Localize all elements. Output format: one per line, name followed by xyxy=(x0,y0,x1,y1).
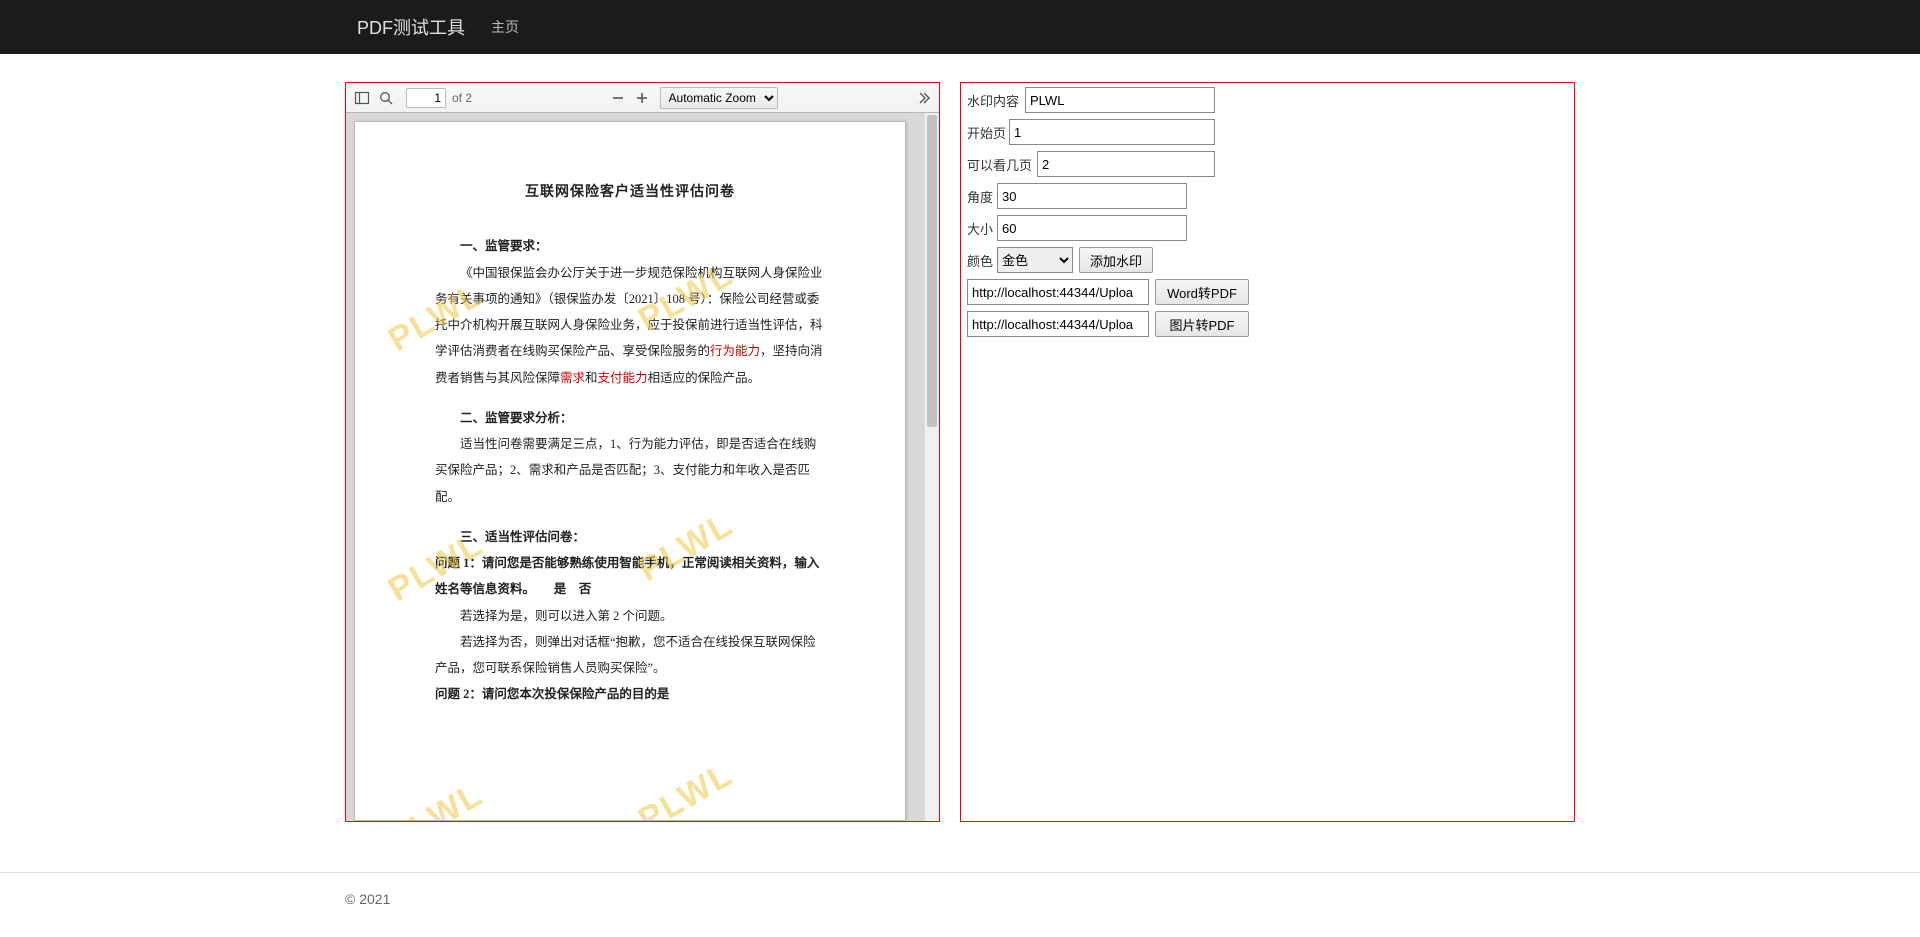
doc-paragraph: 若选择为是，则可以进入第 2 个问题。 xyxy=(435,603,825,629)
input-image-url[interactable] xyxy=(967,311,1149,337)
doc-question-2: 问题 2：请问您本次投保保险产品的目的是 xyxy=(435,681,825,707)
label-watermark-content: 水印内容 xyxy=(967,91,1025,110)
input-start-page[interactable] xyxy=(1009,119,1215,145)
input-watermark-content[interactable] xyxy=(1025,87,1215,113)
page-count-label: of 2 xyxy=(452,91,472,105)
zoom-in-button[interactable] xyxy=(630,86,654,110)
pdf-toolbar: of 2 Automatic Zoom xyxy=(346,83,939,113)
watermark: PLWL xyxy=(374,761,498,821)
doc-question-1: 问题 1：请问您是否能够熟练使用智能手机，正常阅读相关资料，输入姓名等信息资料。… xyxy=(435,550,825,603)
input-word-url[interactable] xyxy=(967,279,1149,305)
input-size[interactable] xyxy=(997,215,1187,241)
label-pages-visible: 可以看几页 xyxy=(967,155,1037,174)
tools-menu-button[interactable] xyxy=(911,86,935,110)
doc-paragraph: 适当性问卷需要满足三点，1、行为能力评估，即是否适合在线购买保险产品；2、需求和… xyxy=(435,431,825,510)
zoom-out-button[interactable] xyxy=(606,86,630,110)
doc-title: 互联网保险客户适当性评估问卷 xyxy=(435,178,825,207)
pdf-scrollbar[interactable] xyxy=(924,113,939,821)
doc-paragraph: 《中国银保监会办公厅关于进一步规范保险机构互联网人身保险业务有关事项的通知》（银… xyxy=(435,260,825,391)
search-button[interactable] xyxy=(374,86,398,110)
add-watermark-button[interactable]: 添加水印 xyxy=(1079,247,1153,273)
scroll-thumb[interactable] xyxy=(927,115,937,427)
page-number-input[interactable] xyxy=(406,88,446,108)
controls-panel: 水印内容 开始页 可以看几页 角度 大小 颜色 金色 xyxy=(960,82,1575,822)
toggle-sidebar-button[interactable] xyxy=(350,86,374,110)
label-color: 颜色 xyxy=(967,251,997,270)
copyright: © 2021 xyxy=(345,873,1575,925)
section-2-heading: 二、监管要求分析： xyxy=(435,405,825,431)
nav-link-home[interactable]: 主页 xyxy=(477,17,533,37)
pdf-viewer-panel: of 2 Automatic Zoom xyxy=(345,82,940,822)
doc-paragraph: 若选择为否，则弹出对话框“抱歉，您不适合在线投保互联网保险产品，您可联系保险销售… xyxy=(435,629,825,682)
zoom-select[interactable]: Automatic Zoom xyxy=(660,87,778,109)
word-to-pdf-button[interactable]: Word转PDF xyxy=(1155,279,1249,305)
image-to-pdf-button[interactable]: 图片转PDF xyxy=(1155,311,1249,337)
footer: © 2021 xyxy=(0,872,1920,925)
pdf-body: PLWL PLWL PLWL PLWL PLWL PLWL 互联网保险客户适当性… xyxy=(346,113,939,821)
app-title: PDF测试工具 xyxy=(345,14,477,40)
input-pages-visible[interactable] xyxy=(1037,151,1215,177)
select-color[interactable]: 金色 xyxy=(997,247,1073,273)
section-1-heading: 一、监管要求： xyxy=(435,233,825,259)
pdf-page[interactable]: PLWL PLWL PLWL PLWL PLWL PLWL 互联网保险客户适当性… xyxy=(354,121,906,821)
navbar: PDF测试工具 主页 xyxy=(0,0,1920,54)
input-angle[interactable] xyxy=(997,183,1187,209)
section-3-heading: 三、适当性评估问卷： xyxy=(435,524,825,550)
label-size: 大小 xyxy=(967,219,997,238)
label-angle: 角度 xyxy=(967,187,997,206)
watermark: PLWL xyxy=(624,741,748,821)
label-start-page: 开始页 xyxy=(967,123,1009,142)
